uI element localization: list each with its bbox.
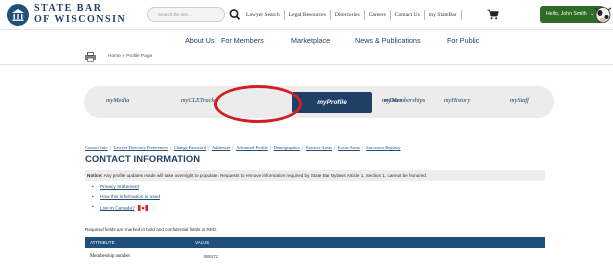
nav-for-members[interactable]: For Members bbox=[221, 36, 264, 45]
nav-news-publications[interactable]: News & Publications bbox=[355, 36, 421, 45]
divider: | bbox=[169, 145, 171, 150]
divider bbox=[389, 10, 391, 20]
link-addresses[interactable]: Addresses bbox=[212, 145, 231, 150]
top-link-contact-us[interactable]: Contact Us bbox=[395, 12, 420, 18]
divider: | bbox=[269, 145, 271, 150]
state-bar-logo-icon[interactable] bbox=[7, 4, 29, 26]
table-row: Membership number 1000272 bbox=[85, 250, 545, 264]
breadcrumb-row: Home » Profile Page bbox=[0, 52, 613, 65]
divider bbox=[283, 10, 285, 20]
link-live-in-canada[interactable]: Live in Canada? bbox=[100, 206, 135, 211]
search-input[interactable]: Search the site... bbox=[147, 7, 225, 22]
link-privacy-statement[interactable]: Privacy Statement bbox=[100, 185, 139, 190]
list-item: Live in Canada? bbox=[92, 205, 160, 215]
top-link-lawyer-search[interactable]: Lawyer Search bbox=[246, 12, 280, 18]
cart-icon[interactable] bbox=[487, 9, 499, 20]
info-links-list: Privacy Statement How this information i… bbox=[92, 185, 160, 215]
logo-line1: STATE BAR bbox=[34, 3, 103, 14]
cell-value: 1000272 bbox=[203, 254, 218, 259]
list-item: How this information is used bbox=[92, 195, 160, 205]
link-contact-info[interactable]: Contact Info bbox=[85, 145, 108, 150]
nav-about-us[interactable]: About Us bbox=[185, 36, 215, 45]
profile-section-links: Contact Info | Lawyer Directory Preferenc… bbox=[85, 145, 401, 150]
link-demographics[interactable]: Demographics bbox=[274, 145, 300, 150]
user-name: Hello, John Smith bbox=[546, 11, 587, 17]
divider: | bbox=[302, 145, 303, 150]
divider bbox=[329, 10, 331, 20]
top-link-legal-resources[interactable]: Legal Resources bbox=[289, 12, 326, 18]
top-links: Lawyer Search Legal Resources Directorie… bbox=[246, 9, 466, 21]
page-title: CONTACT INFORMATION bbox=[85, 153, 201, 164]
divider: | bbox=[232, 145, 234, 150]
logo-line2: OF WISCONSIN bbox=[34, 14, 127, 25]
tab-myprofile[interactable]: myProfile bbox=[292, 92, 372, 113]
divider: | bbox=[109, 145, 111, 150]
top-bar: STATE BAR OF WISCONSIN Search the site..… bbox=[0, 0, 613, 30]
tab-mystaff[interactable]: myStaff bbox=[510, 97, 529, 104]
divider: | bbox=[333, 145, 335, 150]
table-header: ATTRIBUTE VALUE bbox=[85, 237, 545, 248]
link-lawyer-directory-preferences[interactable]: Lawyer Directory Preferences bbox=[114, 145, 168, 150]
divider bbox=[423, 10, 425, 20]
tab-mydues[interactable]: myDues bbox=[382, 97, 402, 104]
notice-banner: Notice: Any profile updates made will ta… bbox=[85, 170, 545, 181]
cell-attribute: Membership number bbox=[90, 254, 131, 259]
link-how-info-is-used[interactable]: How this information is used bbox=[100, 195, 160, 200]
top-link-careers[interactable]: Careers bbox=[369, 12, 386, 18]
notice-label: Notice: bbox=[87, 173, 103, 178]
divider bbox=[363, 10, 365, 20]
tab-mymedia[interactable]: myMedia bbox=[106, 97, 129, 104]
link-practice-areas[interactable]: Practice Areas bbox=[306, 145, 332, 150]
divider: | bbox=[208, 145, 209, 150]
nav-marketplace[interactable]: Marketplace bbox=[291, 36, 330, 45]
required-fields-note: Required fields are marked in bold and c… bbox=[85, 227, 218, 232]
column-header-value: VALUE bbox=[195, 240, 210, 245]
top-link-my-statebar[interactable]: my StateBar bbox=[429, 12, 457, 18]
list-item: Privacy Statement bbox=[92, 185, 160, 195]
column-header-attribute: ATTRIBUTE bbox=[90, 240, 115, 245]
divider bbox=[460, 10, 462, 20]
search-icon[interactable] bbox=[228, 7, 242, 22]
tab-myhistory[interactable]: myHistory bbox=[444, 97, 470, 104]
highlight-oval bbox=[214, 85, 302, 123]
profile-sub-nav: myMedia myCLETracker myProfile myMembers… bbox=[84, 86, 554, 118]
logo-text[interactable]: STATE BAR OF WISCONSIN bbox=[34, 4, 126, 25]
top-link-directories[interactable]: Directories bbox=[335, 12, 360, 18]
link-change-password[interactable]: Change Password bbox=[174, 145, 206, 150]
cow-mascot-icon bbox=[594, 7, 612, 23]
link-advanced-profile[interactable]: Advanced Profile bbox=[236, 145, 268, 150]
canada-flag-icon bbox=[138, 205, 149, 211]
print-icon[interactable] bbox=[85, 52, 96, 62]
breadcrumb[interactable]: Home » Profile Page bbox=[108, 54, 152, 59]
main-nav: About Us For Members Marketplace News & … bbox=[0, 32, 613, 52]
nav-for-public[interactable]: For Public bbox=[447, 36, 479, 45]
link-focus-areas[interactable]: Focus Areas bbox=[338, 145, 360, 150]
link-successor-registry[interactable]: Successor Registry bbox=[366, 145, 400, 150]
notice-text: Any profile updates made will take overn… bbox=[102, 173, 428, 178]
divider: | bbox=[362, 145, 364, 150]
